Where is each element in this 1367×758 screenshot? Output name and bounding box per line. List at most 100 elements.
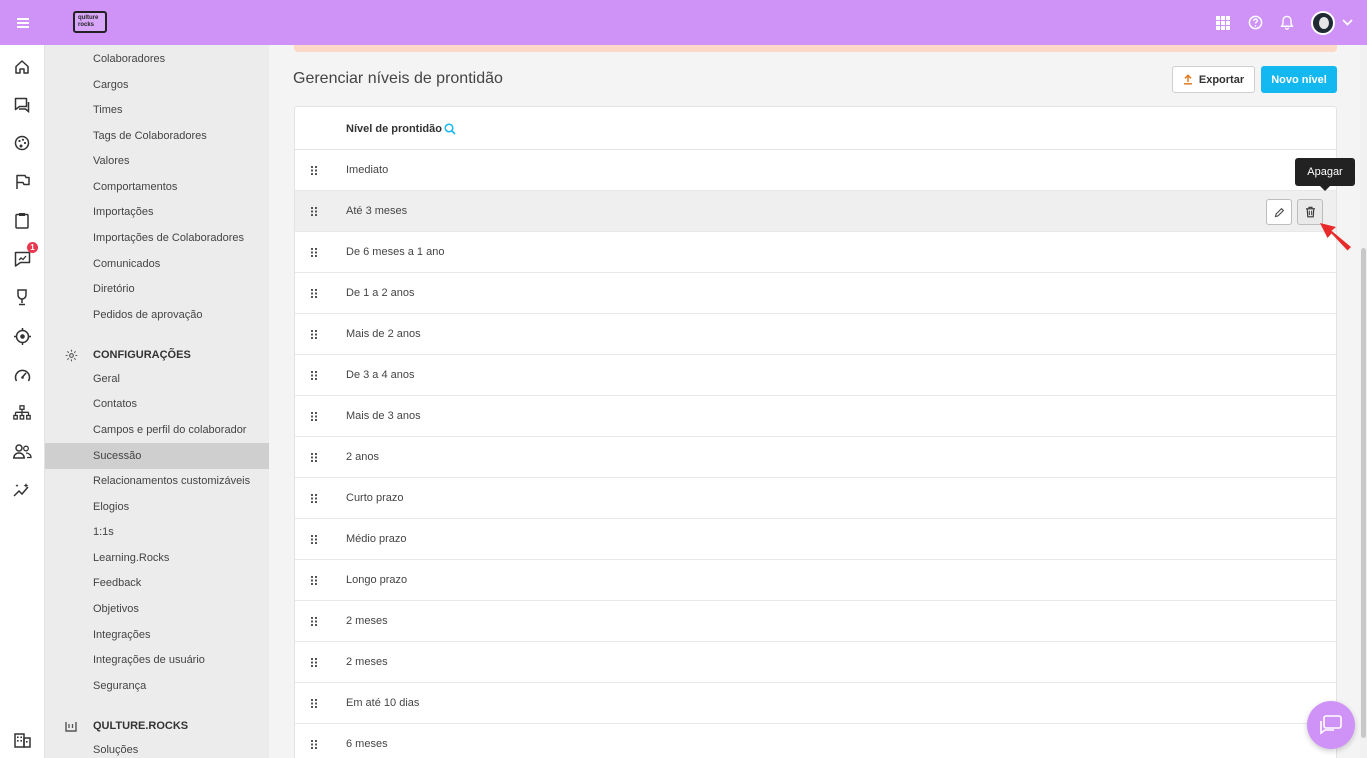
menu-item-relacionamentos[interactable]: Relacionamentos customizáveis <box>45 468 269 494</box>
menu-item-seguranca[interactable]: Segurança <box>45 673 269 699</box>
menu-section-label: CONFIGURAÇÕES <box>93 349 191 361</box>
palette-icon[interactable] <box>12 133 32 153</box>
top-bar: qulture rocks <box>0 0 1367 45</box>
table-row[interactable]: De 3 a 4 anos <box>295 355 1336 396</box>
drag-handle-icon[interactable] <box>310 165 318 175</box>
menu-item-diretorio[interactable]: Diretório <box>45 276 269 302</box>
table-row[interactable]: 2 meses <box>295 601 1336 642</box>
menu-item-geral[interactable]: Geral <box>45 366 269 392</box>
export-button[interactable]: Exportar <box>1172 66 1255 93</box>
drag-handle-icon[interactable] <box>310 288 318 298</box>
scrollbar-thumb[interactable] <box>1361 248 1366 738</box>
menu-item-integracoes[interactable]: Integrações <box>45 622 269 648</box>
drag-handle-icon[interactable] <box>310 329 318 339</box>
qulture-logo-icon <box>64 719 78 733</box>
app-logo[interactable]: qulture rocks <box>73 11 107 33</box>
table-row[interactable]: 6 meses <box>295 724 1336 758</box>
table-row[interactable]: Longo prazo <box>295 560 1336 601</box>
org-chart-icon[interactable] <box>12 403 32 423</box>
menu-item-comportamentos[interactable]: Comportamentos <box>45 174 269 200</box>
menu-section-label: QULTURE.ROCKS <box>93 720 189 732</box>
table-row[interactable]: 2 meses <box>295 642 1336 683</box>
export-label: Exportar <box>1198 73 1245 86</box>
bell-icon[interactable] <box>1271 0 1303 45</box>
drag-handle-icon[interactable] <box>310 534 318 544</box>
row-label: Longo prazo <box>346 574 408 586</box>
menu-item-learning-rocks[interactable]: Learning.Rocks <box>45 545 269 571</box>
drag-handle-icon[interactable] <box>310 452 318 462</box>
menu-section-configuracoes: CONFIGURAÇÕES <box>45 343 269 367</box>
menu-item-times[interactable]: Times <box>45 97 269 123</box>
apps-grid-icon[interactable] <box>1207 0 1239 45</box>
table-header: Nível de prontidão <box>295 107 1336 150</box>
target-icon[interactable] <box>12 326 32 346</box>
trophy-icon[interactable] <box>12 287 32 307</box>
clipboard-icon[interactable] <box>12 210 32 230</box>
drag-handle-icon[interactable] <box>310 411 318 421</box>
chevron-down-icon[interactable] <box>1335 0 1359 45</box>
avatar[interactable] <box>1311 10 1335 35</box>
drag-handle-icon[interactable] <box>310 657 318 667</box>
help-icon[interactable] <box>1239 0 1271 45</box>
menu-item-feedback[interactable]: Feedback <box>45 570 269 596</box>
table-row[interactable]: Mais de 2 anos <box>295 314 1336 355</box>
column-header-level: Nível de prontidão <box>346 123 442 135</box>
row-label: 2 anos <box>346 451 380 463</box>
table-row[interactable]: De 1 a 2 anos <box>295 273 1336 314</box>
menu-item-solucoes[interactable]: Soluções <box>45 737 269 758</box>
menu-item-importacoes-colaboradores[interactable]: Importações de Colaboradores <box>45 225 269 251</box>
menu-item-objetivos[interactable]: Objetivos <box>45 596 269 622</box>
menu-item-valores[interactable]: Valores <box>45 148 269 174</box>
flag-icon[interactable] <box>12 172 32 192</box>
home-icon[interactable] <box>12 57 32 77</box>
chat-icon[interactable] <box>12 95 32 115</box>
people-icon[interactable] <box>12 441 32 461</box>
notification-badge: 1 <box>27 242 38 253</box>
menu-item-importacoes[interactable]: Importações <box>45 199 269 225</box>
menu-item-sucessao[interactable]: Sucessão <box>45 443 269 469</box>
menu-icon[interactable] <box>0 0 45 45</box>
sparkle-chart-icon[interactable] <box>12 480 32 500</box>
drag-handle-icon[interactable] <box>310 739 318 749</box>
menu-item-tags[interactable]: Tags de Colaboradores <box>45 123 269 149</box>
table-row[interactable]: Médio prazo <box>295 519 1336 560</box>
page-title: Gerenciar níveis de prontidão <box>293 70 503 87</box>
row-label: De 6 meses a 1 ano <box>346 246 445 258</box>
menu-item-integracoes-usuario[interactable]: Integrações de usuário <box>45 647 269 673</box>
table-row[interactable]: Imediato <box>295 150 1336 191</box>
search-icon[interactable] <box>444 122 458 136</box>
row-label: Médio prazo <box>346 533 407 545</box>
table-row[interactable]: Curto prazo <box>295 478 1336 519</box>
drag-handle-icon[interactable] <box>310 575 318 585</box>
table-row[interactable]: De 6 meses a 1 ano <box>295 232 1336 273</box>
table-row[interactable]: Até 3 meses <box>295 191 1336 232</box>
drag-handle-icon[interactable] <box>310 370 318 380</box>
building-icon[interactable] <box>12 730 32 750</box>
drag-handle-icon[interactable] <box>310 206 318 216</box>
edit-button[interactable] <box>1266 199 1292 225</box>
menu-item-colaboradores[interactable]: Colaboradores <box>45 46 269 72</box>
menu-item-contatos[interactable]: Contatos <box>45 391 269 417</box>
row-label: Até 3 meses <box>346 205 408 217</box>
drag-handle-icon[interactable] <box>310 493 318 503</box>
chat-widget-button[interactable] <box>1307 701 1355 749</box>
menu-section-qulture-rocks: QULTURE.ROCKS <box>45 714 269 738</box>
menu-item-campos-perfil[interactable]: Campos e perfil do colaborador <box>45 417 269 443</box>
menu-item-pedidos-aprovacao[interactable]: Pedidos de aprovação <box>45 302 269 328</box>
levels-table: Nível de prontidão Imediato Até 3 meses De… <box>294 106 1337 758</box>
drag-handle-icon[interactable] <box>310 616 318 626</box>
menu-item-comunicados[interactable]: Comunicados <box>45 251 269 277</box>
icon-rail: 1 <box>0 45 45 758</box>
drag-handle-icon[interactable] <box>310 247 318 257</box>
alert-banner <box>294 45 1337 52</box>
menu-item-elogios[interactable]: Elogios <box>45 494 269 520</box>
new-level-button[interactable]: Novo nível <box>1261 66 1337 93</box>
menu-item-one-on-ones[interactable]: 1:1s <box>45 519 269 545</box>
table-row[interactable]: Em até 10 dias <box>295 683 1336 724</box>
drag-handle-icon[interactable] <box>310 698 318 708</box>
chat-bubble-icon <box>1320 715 1342 735</box>
menu-item-cargos[interactable]: Cargos <box>45 72 269 98</box>
gauge-icon[interactable] <box>12 365 32 385</box>
table-row[interactable]: 2 anos <box>295 437 1336 478</box>
table-row[interactable]: Mais de 3 anos <box>295 396 1336 437</box>
